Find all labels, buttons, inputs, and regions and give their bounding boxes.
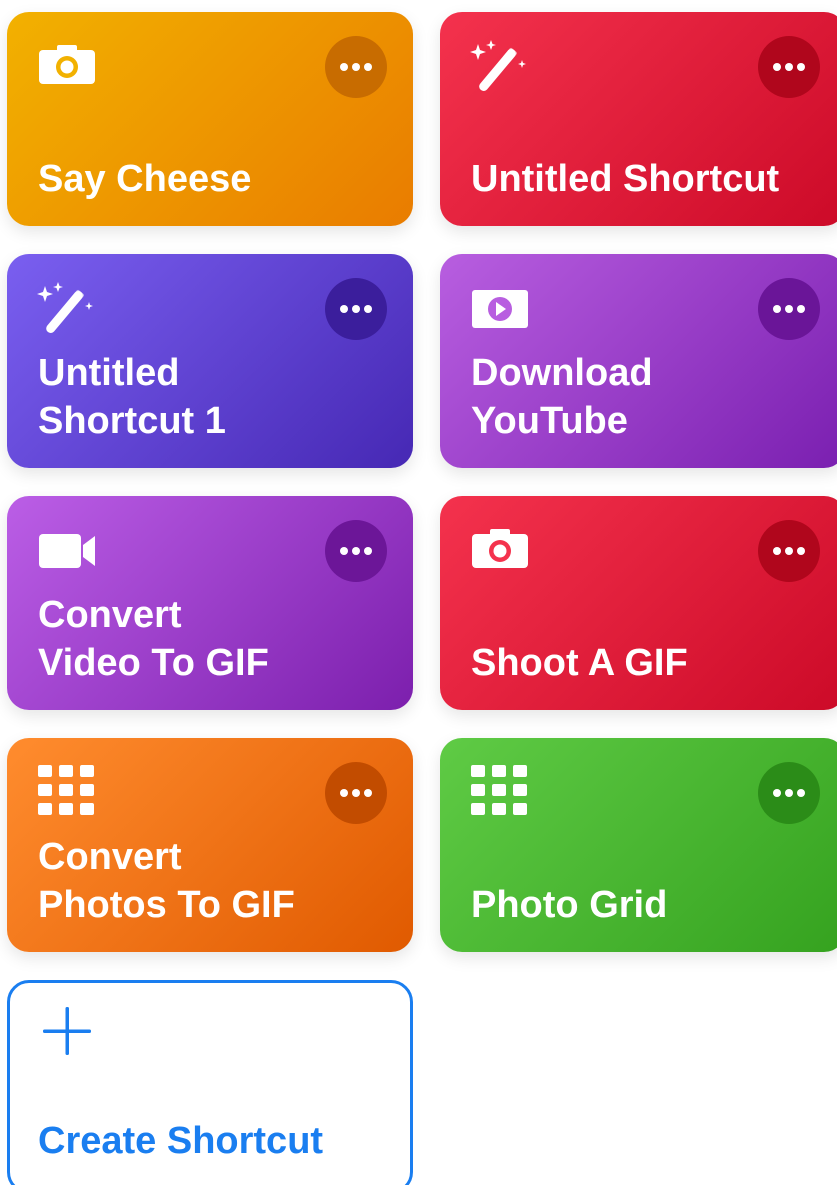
- dot: [773, 547, 781, 555]
- dot: [773, 63, 781, 71]
- dot: [364, 305, 372, 313]
- magic-wand-icon: [37, 280, 97, 340]
- dot: [797, 63, 805, 71]
- dot: [797, 789, 805, 797]
- dot: [773, 789, 781, 797]
- shortcut-card-say-cheese[interactable]: Say Cheese: [7, 12, 413, 226]
- shortcut-title: Untitled Shortcut: [471, 155, 826, 203]
- shortcut-title: Untitled Shortcut 1: [38, 349, 393, 445]
- title-line: Download: [471, 352, 653, 394]
- shortcut-title: Convert Video To GIF: [38, 591, 393, 687]
- shortcut-title: Convert Photos To GIF: [38, 833, 393, 929]
- more-options-button[interactable]: [758, 36, 820, 98]
- dot: [785, 63, 793, 71]
- more-options-button[interactable]: [325, 762, 387, 824]
- dot: [352, 547, 360, 555]
- dot: [785, 547, 793, 555]
- dot: [364, 789, 372, 797]
- dot: [785, 305, 793, 313]
- play-video-icon: [470, 280, 530, 340]
- dot: [340, 789, 348, 797]
- title-line: Photo Grid: [471, 884, 668, 926]
- shortcut-card-convert-photos-to-gif[interactable]: Convert Photos To GIF: [7, 738, 413, 952]
- dot: [352, 305, 360, 313]
- video-camera-icon: [37, 522, 97, 582]
- more-options-button[interactable]: [758, 762, 820, 824]
- shortcut-card-photo-grid[interactable]: Photo Grid: [440, 738, 837, 952]
- grid-icon: [37, 764, 97, 824]
- shortcut-card-untitled-shortcut[interactable]: Untitled Shortcut: [440, 12, 837, 226]
- shortcut-card-convert-video-to-gif[interactable]: Convert Video To GIF: [7, 496, 413, 710]
- grid-icon: [470, 764, 530, 824]
- title-line: Convert: [38, 836, 182, 878]
- magic-wand-icon: [470, 38, 530, 98]
- create-shortcut-button[interactable]: Create Shortcut: [7, 980, 413, 1185]
- camera-icon: [37, 38, 97, 98]
- title-line: Convert: [38, 594, 182, 636]
- title-line: Say Cheese: [38, 158, 252, 200]
- more-options-button[interactable]: [325, 520, 387, 582]
- dot: [364, 547, 372, 555]
- title-line: Shortcut 1: [38, 400, 226, 442]
- shortcuts-grid: Say Cheese Untitled Shortcut Untitled Sh…: [0, 0, 837, 1185]
- title-line: Shoot A GIF: [471, 642, 688, 684]
- dot: [797, 547, 805, 555]
- shortcut-title: Photo Grid: [471, 881, 826, 929]
- create-shortcut-label: Create Shortcut: [38, 1120, 324, 1162]
- camera-icon: [470, 522, 530, 582]
- dot: [340, 63, 348, 71]
- dot: [340, 305, 348, 313]
- dot: [352, 789, 360, 797]
- more-options-button[interactable]: [758, 520, 820, 582]
- shortcut-title: Download YouTube: [471, 349, 826, 445]
- shortcut-title: Shoot A GIF: [471, 639, 826, 687]
- more-options-button[interactable]: [325, 36, 387, 98]
- more-options-button[interactable]: [325, 278, 387, 340]
- shortcut-title: Say Cheese: [38, 155, 393, 203]
- shortcut-card-untitled-shortcut-1[interactable]: Untitled Shortcut 1: [7, 254, 413, 468]
- more-options-button[interactable]: [758, 278, 820, 340]
- dot: [797, 305, 805, 313]
- title-line: Photos To GIF: [38, 884, 295, 926]
- plus-icon: [41, 1005, 93, 1057]
- shortcut-card-shoot-a-gif[interactable]: Shoot A GIF: [440, 496, 837, 710]
- dot: [785, 789, 793, 797]
- title-line: Untitled: [38, 352, 180, 394]
- dot: [352, 63, 360, 71]
- title-line: Untitled Shortcut: [471, 158, 780, 200]
- dot: [364, 63, 372, 71]
- title-line: YouTube: [471, 400, 628, 442]
- dot: [340, 547, 348, 555]
- dot: [773, 305, 781, 313]
- title-line: Video To GIF: [38, 642, 269, 684]
- shortcut-card-download-youtube[interactable]: Download YouTube: [440, 254, 837, 468]
